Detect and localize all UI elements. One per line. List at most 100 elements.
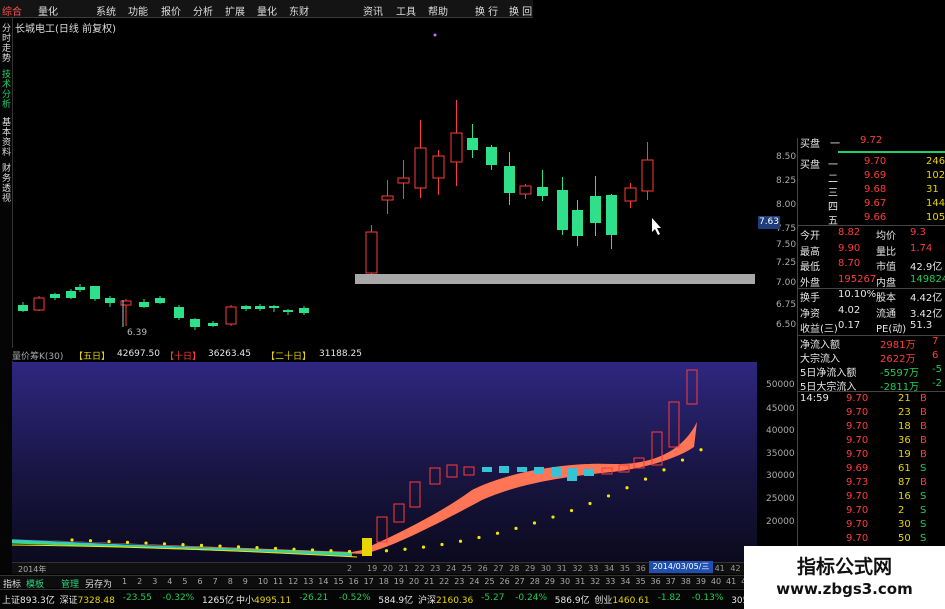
template-number-tab[interactable]: 12 xyxy=(288,577,298,586)
indicator-candle xyxy=(517,467,527,472)
template-number-tab[interactable]: 15 xyxy=(333,577,343,586)
template-number-tab[interactable]: 2 xyxy=(137,577,142,586)
stat-value: 195267 xyxy=(838,273,877,285)
stat-label: 最低 xyxy=(800,262,820,273)
status-value: 584.9亿 xyxy=(378,596,414,606)
template-number-tab[interactable]: 4 xyxy=(167,577,172,586)
book-volume: 31 xyxy=(926,184,939,195)
candle xyxy=(139,299,149,308)
template-number-tab[interactable]: 1 xyxy=(122,577,127,586)
indicator-dot xyxy=(236,545,241,549)
indicator-dot xyxy=(458,539,463,543)
template-number-tab[interactable]: 28 xyxy=(530,577,540,586)
template-number-tab[interactable]: 5 xyxy=(182,577,187,586)
tick-volume: 36 xyxy=(898,435,911,446)
tick-volume: 87 xyxy=(898,477,911,488)
template-number-tab[interactable]: 10 xyxy=(258,577,268,586)
tick-volume: 21 xyxy=(898,393,911,404)
template-number-tab[interactable]: 18 xyxy=(379,577,389,586)
tick-row: 9.70 23 B xyxy=(798,407,945,420)
template-number-tab[interactable]: 22 xyxy=(439,577,449,586)
template-number-tab[interactable]: 36 xyxy=(651,577,661,586)
template-number-tab[interactable]: 38 xyxy=(681,577,691,586)
status-value: 586.9亿 xyxy=(554,596,590,606)
template-number-tab[interactable]: 13 xyxy=(303,577,313,586)
tick-side: B xyxy=(920,449,927,460)
template-number-tab[interactable]: 40 xyxy=(711,577,721,586)
template-number-tab[interactable]: 29 xyxy=(545,577,555,586)
candle-body xyxy=(105,298,115,303)
template-number-tab[interactable]: 8 xyxy=(228,577,233,586)
template-number-tab[interactable]: 3 xyxy=(152,577,157,586)
template-number-tab[interactable]: 6 xyxy=(198,577,203,586)
template-number-tab[interactable]: 16 xyxy=(349,577,359,586)
template-number-tab[interactable]: 25 xyxy=(484,577,494,586)
book-level: 二 xyxy=(828,174,838,185)
tick-price: 9.70 xyxy=(846,393,869,404)
candle xyxy=(381,180,394,214)
template-number-tab[interactable]: 23 xyxy=(454,577,464,586)
stat-label: 今开 xyxy=(800,231,820,242)
tick-side: S xyxy=(920,519,927,530)
template-number-tab[interactable]: 33 xyxy=(605,577,615,586)
template-number-tab[interactable]: 9 xyxy=(243,577,248,586)
status-item: 创业1460.61 xyxy=(594,593,649,606)
candle-body xyxy=(432,155,445,179)
template-number-tab[interactable]: 34 xyxy=(620,577,630,586)
template-number-tab[interactable]: 35 xyxy=(635,577,645,586)
tick-row: 9.70 36 B xyxy=(798,435,945,448)
book-price: 9.69 xyxy=(864,170,887,181)
template-number-tab[interactable]: 7 xyxy=(213,577,218,586)
order-book-row: 买盘一 9.70 246 xyxy=(798,156,945,171)
stat-value: 149824 xyxy=(910,273,945,285)
template-number-tab[interactable]: 17 xyxy=(364,577,374,586)
stat-value: 42.9亿 xyxy=(910,262,943,273)
current-price-tag: 7.63 xyxy=(758,216,780,229)
candle xyxy=(66,289,76,299)
template-number-tab[interactable]: 30 xyxy=(560,577,570,586)
status-item: -0.13% xyxy=(692,593,724,603)
template-number-tab[interactable]: 26 xyxy=(500,577,510,586)
tick-price: 9.70 xyxy=(846,519,869,530)
tick-time: 14:59 xyxy=(800,393,829,404)
template-number-tab[interactable]: 21 xyxy=(424,577,434,586)
status-value: 4995.11 xyxy=(254,596,292,606)
tick-price: 9.70 xyxy=(846,407,869,418)
tick-volume: 16 xyxy=(898,491,911,502)
template-number-tab[interactable]: 31 xyxy=(575,577,585,586)
template-number-tab[interactable]: 20 xyxy=(409,577,419,586)
indicator-candle xyxy=(499,466,509,473)
status-item: 1265亿 xyxy=(202,593,234,606)
indicator-dot xyxy=(699,448,703,452)
candlestick-chart[interactable]: 6.39 xyxy=(0,0,760,362)
time-tick: 41 xyxy=(714,564,725,573)
indicator-dot xyxy=(514,526,518,530)
indicator-candle xyxy=(668,401,680,448)
stat-label: 均价 xyxy=(876,231,896,242)
indicator-panel[interactable] xyxy=(11,362,757,562)
book-label: 买盘 xyxy=(800,139,820,150)
status-item: -5.27 xyxy=(481,593,504,603)
template-number-tab[interactable]: 19 xyxy=(394,577,404,586)
template-number-tab[interactable]: 32 xyxy=(590,577,600,586)
candle xyxy=(572,200,583,246)
indicator-candle xyxy=(376,516,388,543)
template-number-tab[interactable]: 11 xyxy=(273,577,283,586)
candle-body xyxy=(572,210,583,236)
status-value: -0.32% xyxy=(162,593,195,603)
candle-body xyxy=(624,187,637,202)
template-number-tab[interactable]: 27 xyxy=(515,577,525,586)
quote-stat-row: 净资 4.02 流通 3.42亿 xyxy=(798,305,945,320)
candle-body xyxy=(241,306,251,309)
time-tick: 2 xyxy=(347,564,353,573)
price-tick: 6.50 xyxy=(776,320,797,330)
flow-value: -5597万 xyxy=(880,368,920,379)
template-number-tab[interactable]: 24 xyxy=(469,577,479,586)
template-number-tab[interactable]: 41 xyxy=(726,577,736,586)
indicator-axis: 50000 45000 40000 35000 30000 25000 2000… xyxy=(760,362,797,562)
template-number-tab[interactable]: 39 xyxy=(696,577,706,586)
tick-row: 14:59 9.70 21 B xyxy=(798,393,945,406)
indicator-dot xyxy=(125,540,130,544)
template-number-tab[interactable]: 37 xyxy=(666,577,676,586)
template-number-tab[interactable]: 14 xyxy=(318,577,328,586)
